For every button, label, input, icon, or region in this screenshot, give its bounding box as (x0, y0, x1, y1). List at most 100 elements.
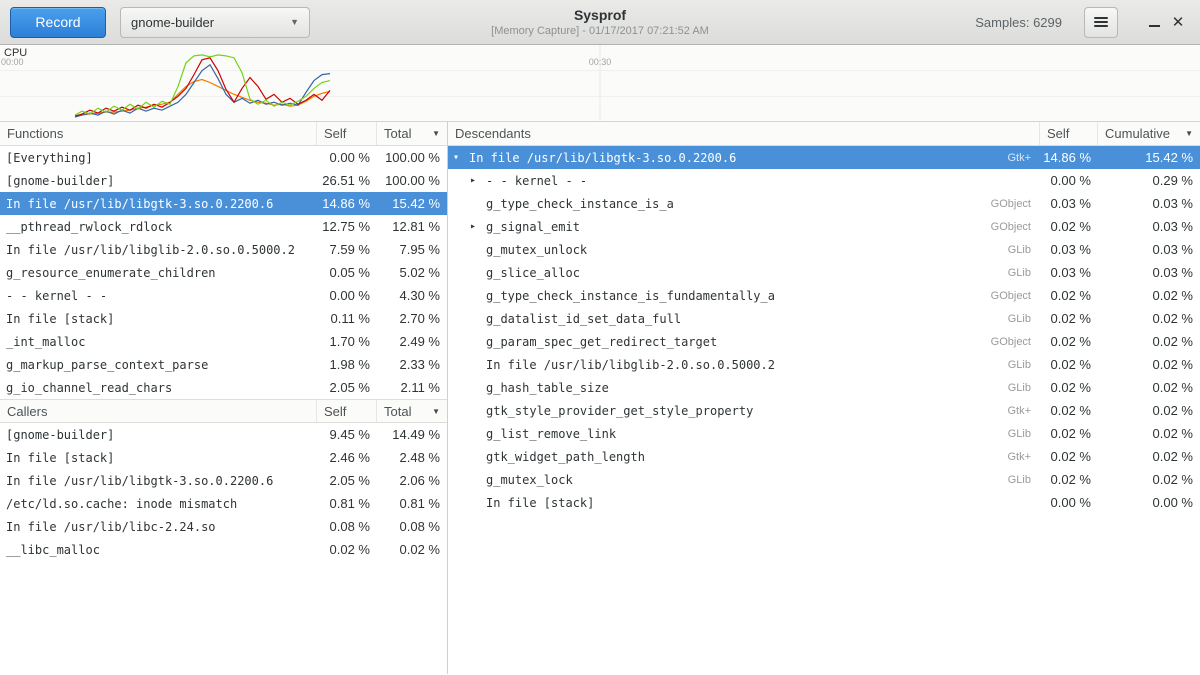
caller-row[interactable]: [gnome-builder] 9.45 % 14.49 % (0, 423, 447, 446)
function-row[interactable]: - - kernel - - 0.00 % 4.30 % (0, 284, 447, 307)
column-header-total[interactable]: Total ▼ (377, 400, 447, 422)
expander-icon[interactable]: ▾ (453, 153, 469, 163)
library-badge: GLib (1008, 428, 1040, 440)
column-header-callers[interactable]: Callers (0, 400, 317, 422)
descendant-row[interactable]: g_type_check_instance_is_fundamentally_a… (448, 284, 1200, 307)
descendant-row[interactable]: ▸ g_signal_emit GObject 0.02 % 0.03 % (448, 215, 1200, 238)
chevron-down-icon: ▼ (290, 17, 299, 27)
function-row[interactable]: g_markup_parse_context_parse 1.98 % 2.33… (0, 353, 447, 376)
sort-descending-icon: ▼ (1181, 129, 1193, 138)
cpu-timeline[interactable]: CPU 00:00 00:30 (0, 45, 1200, 122)
column-header-functions[interactable]: Functions (0, 122, 317, 145)
caller-row[interactable]: __libc_malloc 0.02 % 0.02 % (0, 538, 447, 561)
function-name: g_list_remove_link (486, 427, 616, 441)
function-row[interactable]: In file /usr/lib/libglib-2.0.so.0.5000.2… (0, 238, 447, 261)
cumulative-percent: 0.03 % (1098, 196, 1200, 211)
descendant-row[interactable]: g_datalist_id_set_data_full GLib 0.02 % … (448, 307, 1200, 330)
header-right-group: Samples: 6299 ✕ (975, 7, 1190, 38)
function-row[interactable]: g_io_channel_read_chars 2.05 % 2.11 % (0, 376, 447, 399)
cumulative-percent: 0.02 % (1098, 380, 1200, 395)
left-pane: Functions Self Total ▼ [Everything] 0.00… (0, 122, 448, 674)
self-percent: 0.02 % (1040, 472, 1098, 487)
self-percent: 0.00 % (1040, 173, 1098, 188)
descendant-row[interactable]: In file /usr/lib/libglib-2.0.so.0.5000.2… (448, 353, 1200, 376)
column-header-self[interactable]: Self (1040, 122, 1098, 145)
caller-row[interactable]: /etc/ld.so.cache: inode mismatch 0.81 % … (0, 492, 447, 515)
time-mid-label: 00:30 (589, 57, 612, 67)
descendant-row[interactable]: g_type_check_instance_is_a GObject 0.03 … (448, 192, 1200, 215)
caller-name: In file [stack] (0, 451, 317, 465)
total-percent: 0.08 % (377, 519, 447, 534)
self-percent: 9.45 % (317, 427, 377, 442)
close-button[interactable]: ✕ (1166, 10, 1190, 34)
function-name: In file /usr/lib/libglib-2.0.so.0.5000.2 (0, 243, 317, 257)
function-name: [Everything] (0, 151, 317, 165)
total-percent: 2.11 % (377, 380, 447, 395)
function-name: g_resource_enumerate_children (0, 266, 317, 280)
caller-row[interactable]: In file [stack] 2.46 % 2.48 % (0, 446, 447, 469)
self-percent: 0.02 % (317, 542, 377, 557)
cumulative-percent: 0.02 % (1098, 449, 1200, 464)
target-select[interactable]: gnome-builder ▼ (120, 7, 310, 38)
time-start-label: 00:00 (1, 57, 24, 67)
library-badge: Gtk+ (1007, 451, 1040, 463)
function-row[interactable]: [Everything] 0.00 % 100.00 % (0, 146, 447, 169)
function-row[interactable]: [gnome-builder] 26.51 % 100.00 % (0, 169, 447, 192)
library-badge: Gtk+ (1007, 152, 1040, 164)
descendant-row[interactable]: g_mutex_unlock GLib 0.03 % 0.03 % (448, 238, 1200, 261)
column-header-total-label: Total (384, 126, 411, 141)
self-percent: 14.86 % (1040, 150, 1098, 165)
descendants-table: Descendants Self Cumulative ▼ ▾ In file … (448, 122, 1200, 514)
minimize-button[interactable] (1142, 10, 1166, 34)
self-percent: 14.86 % (317, 196, 377, 211)
column-header-self[interactable]: Self (317, 122, 377, 145)
main-content: Functions Self Total ▼ [Everything] 0.00… (0, 122, 1200, 674)
total-percent: 4.30 % (377, 288, 447, 303)
column-header-total[interactable]: Total ▼ (377, 122, 447, 145)
descendant-row[interactable]: g_slice_alloc GLib 0.03 % 0.03 % (448, 261, 1200, 284)
caller-row[interactable]: In file /usr/lib/libc-2.24.so 0.08 % 0.0… (0, 515, 447, 538)
descendant-row[interactable]: gtk_widget_path_length Gtk+ 0.02 % 0.02 … (448, 445, 1200, 468)
functions-table: Functions Self Total ▼ [Everything] 0.00… (0, 122, 447, 399)
self-percent: 0.11 % (317, 311, 377, 326)
library-badge: GObject (991, 221, 1040, 233)
menu-button[interactable] (1084, 7, 1118, 38)
function-row[interactable]: _int_malloc 1.70 % 2.49 % (0, 330, 447, 353)
sort-descending-icon: ▼ (428, 407, 440, 416)
target-select-label: gnome-builder (131, 15, 214, 30)
descendant-row[interactable]: g_param_spec_get_redirect_target GObject… (448, 330, 1200, 353)
self-percent: 0.03 % (1040, 196, 1098, 211)
function-name: gtk_widget_path_length (486, 450, 645, 464)
record-button[interactable]: Record (10, 7, 106, 38)
descendant-row[interactable]: g_hash_table_size GLib 0.02 % 0.02 % (448, 376, 1200, 399)
caller-name: /etc/ld.so.cache: inode mismatch (0, 497, 317, 511)
descendant-row[interactable]: gtk_style_provider_get_style_property Gt… (448, 399, 1200, 422)
self-percent: 0.00 % (317, 150, 377, 165)
descendant-row[interactable]: g_mutex_lock GLib 0.02 % 0.02 % (448, 468, 1200, 491)
column-header-self[interactable]: Self (317, 400, 377, 422)
expander-icon[interactable]: ▸ (470, 176, 486, 186)
self-percent: 0.81 % (317, 496, 377, 511)
cumulative-percent: 15.42 % (1098, 150, 1200, 165)
descendant-row[interactable]: g_list_remove_link GLib 0.02 % 0.02 % (448, 422, 1200, 445)
column-header-cumulative[interactable]: Cumulative ▼ (1098, 122, 1200, 145)
column-header-descendants[interactable]: Descendants (448, 122, 1040, 145)
function-row[interactable]: In file [stack] 0.11 % 2.70 % (0, 307, 447, 330)
function-row[interactable]: In file /usr/lib/libgtk-3.so.0.2200.6 14… (0, 192, 447, 215)
expander-icon[interactable]: ▸ (470, 222, 486, 232)
descendant-row[interactable]: ▸ - - kernel - - 0.00 % 0.29 % (448, 169, 1200, 192)
functions-rows: [Everything] 0.00 % 100.00 % [gnome-buil… (0, 146, 447, 399)
samples-count: Samples: 6299 (975, 15, 1062, 30)
caller-row[interactable]: In file /usr/lib/libgtk-3.so.0.2200.6 2.… (0, 469, 447, 492)
descendant-row[interactable]: In file [stack] 0.00 % 0.00 % (448, 491, 1200, 514)
functions-header: Functions Self Total ▼ (0, 122, 447, 146)
callers-rows: [gnome-builder] 9.45 % 14.49 % In file [… (0, 423, 447, 561)
app-title: Sysprof (574, 7, 626, 25)
function-row[interactable]: __pthread_rwlock_rdlock 12.75 % 12.81 % (0, 215, 447, 238)
self-percent: 0.00 % (1040, 495, 1098, 510)
self-percent: 2.46 % (317, 450, 377, 465)
function-row[interactable]: g_resource_enumerate_children 0.05 % 5.0… (0, 261, 447, 284)
self-percent: 2.05 % (317, 473, 377, 488)
descendant-row[interactable]: ▾ In file /usr/lib/libgtk-3.so.0.2200.6 … (448, 146, 1200, 169)
total-percent: 2.70 % (377, 311, 447, 326)
